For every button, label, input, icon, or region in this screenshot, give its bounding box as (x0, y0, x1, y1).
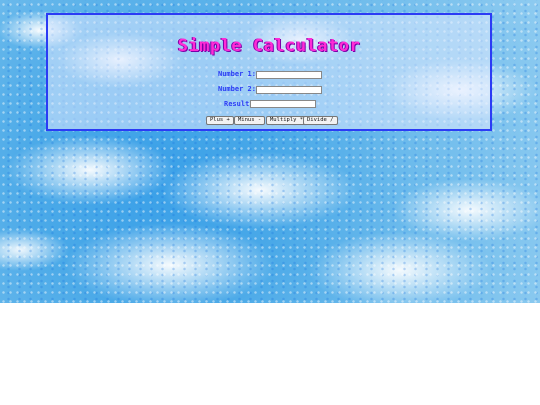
plus-button[interactable]: Plus + (206, 116, 234, 125)
number2-row: Number 2: (218, 85, 256, 93)
page-title: Simple Calculator (177, 36, 361, 56)
multiply-button[interactable]: Multiply * (266, 116, 308, 125)
number1-input[interactable] (256, 71, 322, 79)
number2-input[interactable] (256, 86, 322, 94)
minus-button[interactable]: Minus - (234, 116, 266, 125)
divide-button[interactable]: Divide / (303, 116, 338, 125)
operation-buttons: Plus + Minus - Multiply * Divide / (48, 116, 490, 126)
calculator-panel: Simple Calculator Number 1: Number 2: Re… (46, 13, 492, 131)
number1-row: Number 1: (218, 70, 256, 78)
number1-label: Number 1: (218, 70, 256, 78)
result-output[interactable] (250, 100, 316, 108)
number2-label: Number 2: (218, 85, 256, 93)
